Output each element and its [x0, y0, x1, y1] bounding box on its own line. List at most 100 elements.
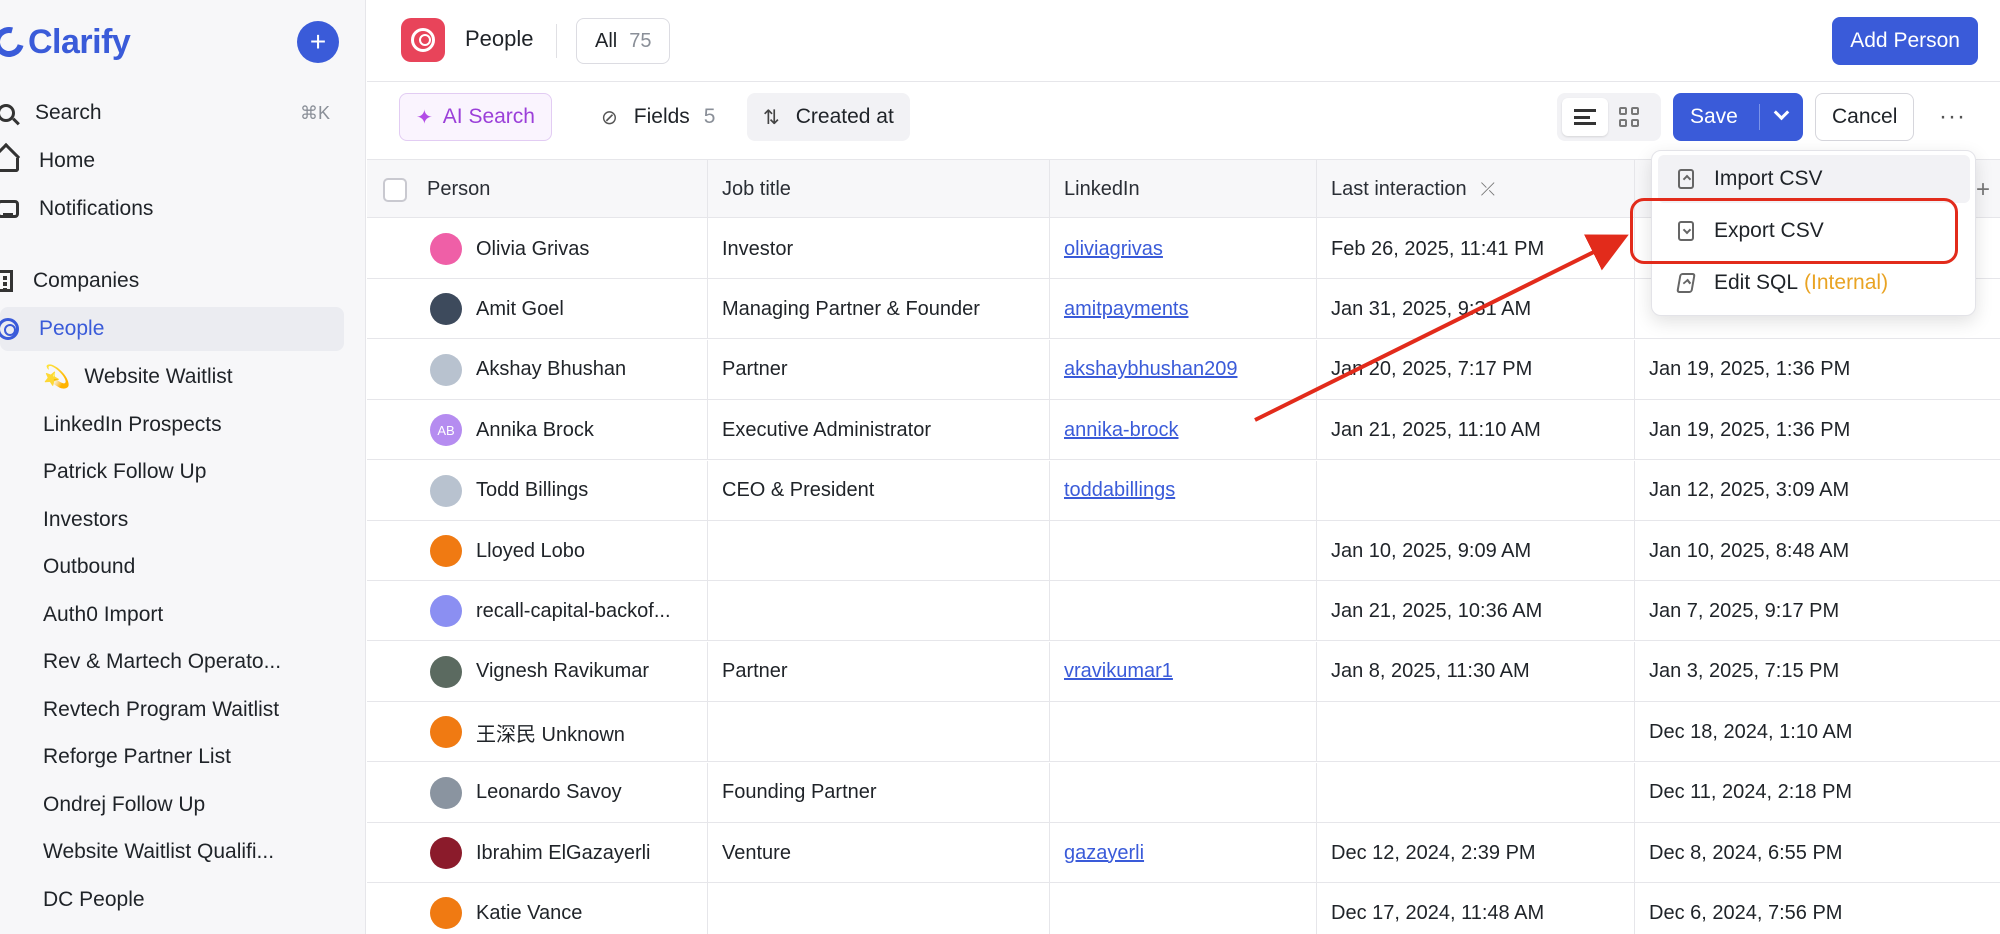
cell-person[interactable]: Ibrahim ElGazayerli: [367, 823, 708, 883]
cell-job-title[interactable]: Venture: [708, 823, 1050, 883]
import-csv-item[interactable]: Import CSV: [1658, 155, 1970, 203]
add-button[interactable]: +: [297, 21, 339, 63]
list-view-icon[interactable]: [1562, 98, 1608, 136]
sidebar-list-item[interactable]: Ondrej Follow Up: [43, 785, 205, 825]
table-row[interactable]: 王深民 Unknown Dec 18, 2024, 1:10 AM: [367, 702, 2000, 763]
cell-person[interactable]: AB Annika Brock: [367, 400, 708, 461]
cell-linkedin[interactable]: gazayerli: [1050, 823, 1317, 883]
sidebar-list-item[interactable]: Rev & Martech Operato...: [43, 642, 281, 682]
sidebar-list-website-waitlist[interactable]: 💫 Website Waitlist: [43, 357, 233, 397]
cell-last-interaction[interactable]: Jan 8, 2025, 11:30 AM: [1317, 641, 1635, 702]
cell-linkedin[interactable]: [1050, 762, 1317, 823]
cell-last-interaction[interactable]: Jan 21, 2025, 10:36 AM: [1317, 581, 1635, 642]
cell-person[interactable]: recall-capital-backof...: [367, 581, 708, 642]
cell-last-interaction[interactable]: Jan 20, 2025, 7:17 PM: [1317, 339, 1635, 400]
sidebar-list-item[interactable]: DC People: [43, 880, 145, 920]
cell-job-title[interactable]: CEO & President: [708, 460, 1050, 521]
cell-job-title[interactable]: [708, 883, 1050, 934]
sidebar-list-item[interactable]: Website Waitlist Qualifi...: [43, 832, 274, 872]
cell-job-title[interactable]: Investor: [708, 219, 1050, 279]
cell-last-interaction[interactable]: [1317, 460, 1635, 521]
cell-person[interactable]: Akshay Bhushan: [367, 339, 708, 400]
cell-last-interaction[interactable]: Feb 26, 2025, 11:41 PM: [1317, 219, 1635, 279]
table-row[interactable]: Lloyed Lobo Jan 10, 2025, 9:09 AM Jan 10, …: [367, 521, 2000, 581]
table-row[interactable]: Ibrahim ElGazayerli Venture gazayerli Dec 1…: [367, 823, 2000, 883]
sidebar-item-home[interactable]: Home: [0, 139, 344, 183]
cell-created-at[interactable]: Dec 8, 2024, 6:55 PM: [1635, 823, 2000, 883]
cell-person[interactable]: Katie Vance: [367, 883, 708, 934]
sidebar-list-item[interactable]: Patrick Follow Up: [43, 452, 206, 492]
header-linkedin[interactable]: LinkedIn: [1050, 160, 1317, 219]
linkedin-link[interactable]: akshaybhushan209: [1064, 358, 1237, 381]
add-column-icon[interactable]: +: [1976, 176, 1990, 204]
cell-linkedin[interactable]: [1050, 702, 1317, 763]
cell-job-title[interactable]: Partner: [708, 339, 1050, 400]
sidebar-list-item[interactable]: Investors: [43, 500, 128, 540]
linkedin-link[interactable]: toddabillings: [1064, 479, 1175, 502]
cell-created-at[interactable]: Jan 7, 2025, 9:17 PM: [1635, 581, 2000, 641]
linkedin-link[interactable]: gazayerli: [1064, 842, 1144, 865]
cell-last-interaction[interactable]: Jan 21, 2025, 11:10 AM: [1317, 400, 1635, 461]
cell-job-title[interactable]: [708, 521, 1050, 581]
cell-last-interaction[interactable]: Dec 17, 2024, 11:48 AM: [1317, 883, 1635, 934]
cell-job-title[interactable]: Executive Administrator: [708, 400, 1050, 461]
cell-person[interactable]: Todd Billings: [367, 460, 708, 521]
cell-created-at[interactable]: Dec 6, 2024, 7:56 PM: [1635, 883, 2000, 934]
cell-last-interaction[interactable]: Jan 10, 2025, 9:09 AM: [1317, 521, 1635, 581]
table-row[interactable]: Katie Vance Dec 17, 2024, 11:48 AM Dec 6, …: [367, 883, 2000, 934]
grid-view-icon[interactable]: [1619, 107, 1639, 127]
add-person-button[interactable]: Add Person: [1832, 17, 1978, 65]
save-button[interactable]: Save: [1673, 93, 1803, 141]
cell-person[interactable]: Amit Goel: [367, 279, 708, 340]
sidebar-list-item[interactable]: Outbound: [43, 547, 135, 587]
sidebar-item-search[interactable]: Search ⌘K: [0, 91, 344, 135]
cell-linkedin[interactable]: [1050, 521, 1317, 581]
cell-person[interactable]: Lloyed Lobo: [367, 521, 708, 581]
linkedin-link[interactable]: annika-brock: [1064, 419, 1179, 442]
sidebar-item-people[interactable]: People: [0, 307, 344, 351]
cell-person[interactable]: Vignesh Ravikumar: [367, 641, 708, 702]
sidebar-item-notifications[interactable]: Notifications: [0, 187, 344, 231]
cell-created-at[interactable]: Dec 18, 2024, 1:10 AM: [1635, 702, 2000, 762]
table-row[interactable]: Leonardo Savoy Founding Partner Dec 11, 20…: [367, 762, 2000, 823]
table-row[interactable]: recall-capital-backof... Jan 21, 2025, 10…: [367, 581, 2000, 642]
cell-person[interactable]: 王深民 Unknown: [367, 702, 708, 763]
header-person[interactable]: Person: [367, 160, 708, 219]
more-options-icon[interactable]: ···: [1939, 93, 1966, 141]
sort-button[interactable]: ⇅ Created at: [747, 93, 910, 141]
cell-job-title[interactable]: [708, 702, 1050, 763]
chevron-down-icon[interactable]: [1773, 104, 1790, 121]
cell-job-title[interactable]: Founding Partner: [708, 762, 1050, 823]
cell-linkedin[interactable]: [1050, 581, 1317, 642]
cell-created-at[interactable]: Jan 19, 2025, 1:36 PM: [1635, 400, 2000, 460]
cell-linkedin[interactable]: toddabillings: [1050, 460, 1317, 521]
linkedin-link[interactable]: vravikumar1: [1064, 660, 1173, 683]
cell-last-interaction[interactable]: [1317, 762, 1635, 823]
sidebar-item-companies[interactable]: Companies: [0, 259, 344, 303]
cell-created-at[interactable]: Dec 11, 2024, 2:18 PM: [1635, 763, 2000, 823]
sidebar-list-item[interactable]: Reforge Partner List: [43, 737, 231, 777]
table-row[interactable]: AB Annika Brock Executive Administrator ann…: [367, 400, 2000, 461]
cell-created-at[interactable]: Jan 19, 2025, 1:36 PM: [1635, 340, 2000, 400]
cell-job-title[interactable]: [708, 581, 1050, 642]
cell-last-interaction[interactable]: [1317, 702, 1635, 763]
header-last-interaction[interactable]: Last interaction ⤫: [1317, 160, 1635, 219]
cell-last-interaction[interactable]: Jan 31, 2025, 9:31 AM: [1317, 279, 1635, 340]
cell-linkedin[interactable]: akshaybhushan209: [1050, 339, 1317, 400]
linkedin-link[interactable]: amitpayments: [1064, 298, 1189, 321]
sidebar-list-item[interactable]: Revtech Program Waitlist: [43, 690, 279, 730]
ai-search-button[interactable]: ✦ AI Search: [399, 93, 552, 141]
cell-last-interaction[interactable]: Dec 12, 2024, 2:39 PM: [1317, 823, 1635, 883]
table-row[interactable]: Vignesh Ravikumar Partner vravikumar1 Jan 8…: [367, 641, 2000, 702]
select-all-checkbox[interactable]: [383, 177, 407, 202]
linkedin-link[interactable]: oliviagrivas: [1064, 238, 1163, 261]
cell-job-title[interactable]: Partner: [708, 641, 1050, 702]
cancel-button[interactable]: Cancel: [1815, 93, 1915, 141]
table-row[interactable]: Todd Billings CEO & President toddabilling…: [367, 460, 2000, 521]
cell-linkedin[interactable]: oliviagrivas: [1050, 219, 1317, 279]
sidebar-list-item[interactable]: LinkedIn Prospects: [43, 405, 222, 445]
edit-sql-item[interactable]: Edit SQL (Internal): [1658, 259, 1970, 307]
cell-linkedin[interactable]: annika-brock: [1050, 400, 1317, 461]
cell-linkedin[interactable]: [1050, 883, 1317, 934]
cell-linkedin[interactable]: vravikumar1: [1050, 641, 1317, 702]
